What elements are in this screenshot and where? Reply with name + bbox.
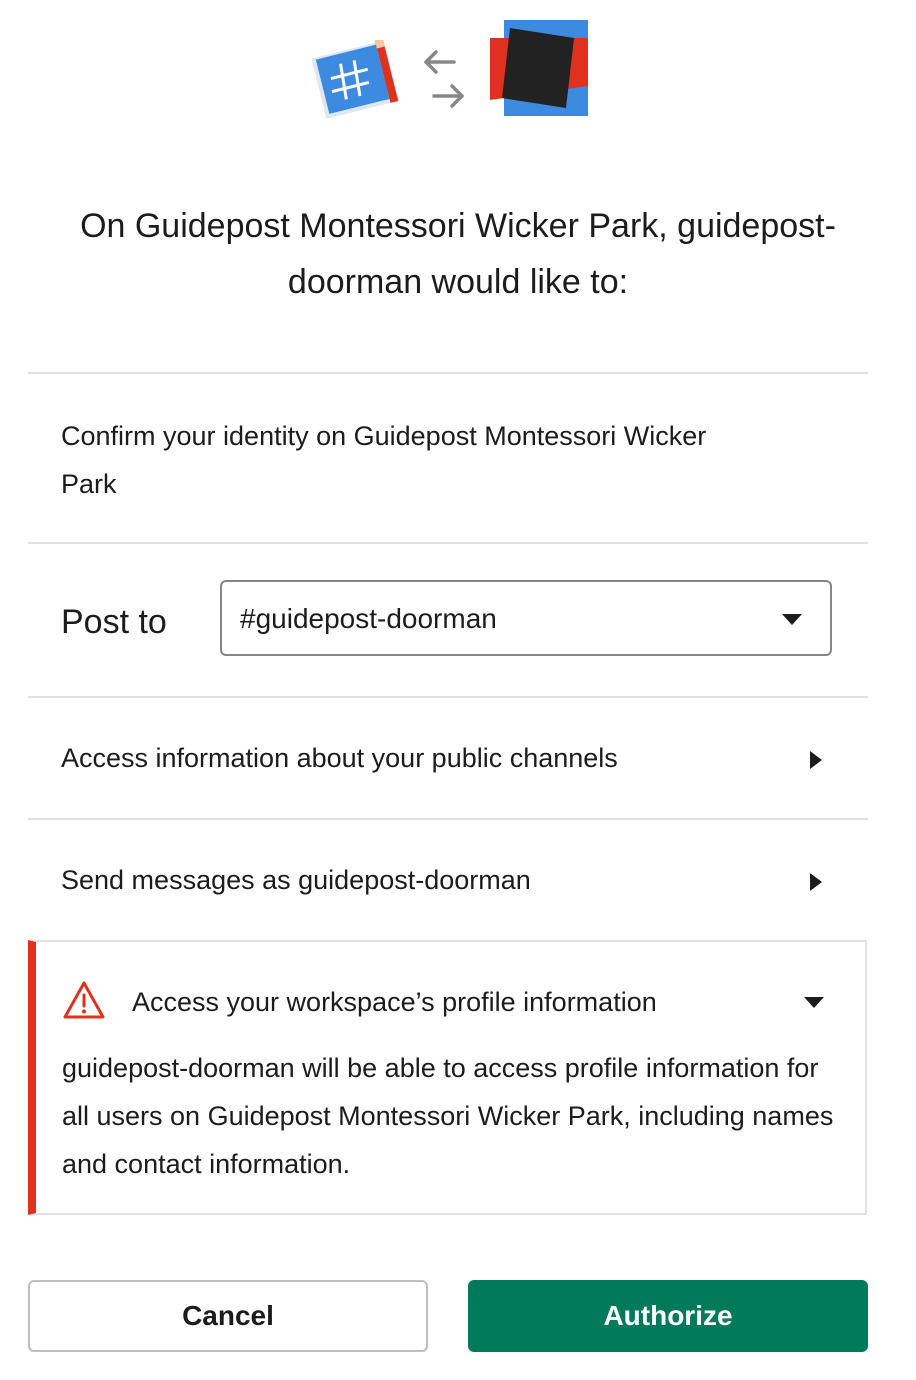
caret-down-icon	[782, 614, 802, 625]
exchange-arrows-icon	[424, 50, 464, 108]
permission-label: Access information about your public cha…	[61, 743, 618, 773]
cancel-button[interactable]: Cancel	[28, 1280, 428, 1352]
divider	[28, 542, 868, 544]
permission-send-messages[interactable]: Send messages as guidepost-doorman	[28, 820, 868, 938]
confirm-identity-text: Confirm your identity on Guidepost Monte…	[61, 421, 707, 499]
permission-label: Send messages as guidepost-doorman	[61, 865, 531, 895]
app-logos	[0, 18, 916, 119]
channel-select[interactable]: #guidepost-doorman	[220, 580, 832, 656]
channel-select-value: #guidepost-doorman	[240, 603, 497, 634]
guidepost-logo-icon	[490, 20, 588, 116]
warning-description: guidepost-doorman will be able to access…	[62, 1053, 834, 1179]
caret-right-icon	[810, 873, 822, 891]
authorize-button[interactable]: Authorize	[468, 1280, 868, 1352]
post-to-label: Post to	[61, 603, 167, 641]
warning-title[interactable]: Access your workspace’s profile informat…	[132, 982, 657, 1022]
warning-triangle-icon	[63, 981, 105, 1019]
divider	[28, 372, 868, 374]
caret-right-icon	[810, 751, 822, 769]
permission-public-channels[interactable]: Access information about your public cha…	[28, 698, 868, 818]
slack-hash-blueprint-icon	[312, 40, 399, 119]
profile-info-warning: Access your workspace’s profile informat…	[28, 940, 867, 1215]
caret-down-icon[interactable]	[804, 997, 824, 1008]
authorization-heading: On Guidepost Montessori Wicker Park, gui…	[80, 207, 836, 301]
